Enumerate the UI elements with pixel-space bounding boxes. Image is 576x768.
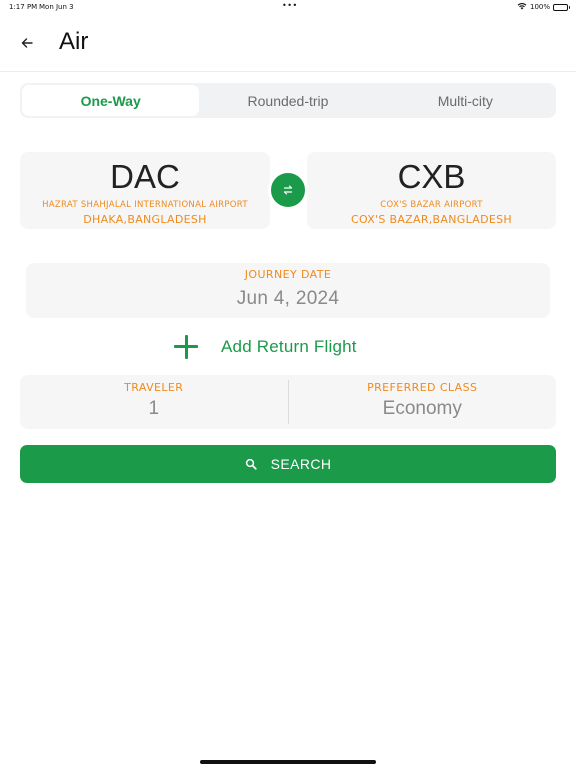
page-title: Air [59, 28, 89, 55]
add-return-flight-button[interactable]: Add Return Flight [172, 333, 357, 361]
status-indicators: 100% [517, 2, 570, 12]
search-button[interactable]: SEARCH [20, 445, 556, 483]
to-airport-card[interactable]: CXB COX'S BAZAR AIRPORT COX'S BAZAR,BANG… [307, 152, 556, 229]
header: Air [0, 14, 576, 72]
swap-airports-button[interactable] [268, 170, 308, 210]
traveler-field[interactable]: TRAVELER 1 [20, 375, 288, 429]
preferred-class-value: Economy [382, 398, 462, 419]
back-button[interactable] [16, 32, 38, 54]
journey-date-field[interactable]: JOURNEY DATE Jun 4, 2024 [26, 263, 550, 318]
search-icon [245, 458, 257, 470]
to-airport-city: COX'S BAZAR,BANGLADESH [351, 213, 512, 226]
from-airport-card[interactable]: DAC HAZRAT SHAHJALAL INTERNATIONAL AIRPO… [20, 152, 270, 229]
add-return-flight-label: Add Return Flight [221, 337, 357, 356]
journey-date-label: JOURNEY DATE [244, 268, 332, 281]
from-airport-name: HAZRAT SHAHJALAL INTERNATIONAL AIRPORT [42, 200, 248, 210]
status-time: 1:17 PM [9, 3, 38, 11]
from-airport-code: DAC [110, 158, 180, 195]
tab-multi-city[interactable]: Multi-city [377, 85, 554, 116]
status-date: Mon Jun 3 [39, 3, 74, 11]
wifi-icon [517, 2, 527, 12]
to-airport-name: COX'S BAZAR AIRPORT [380, 200, 483, 210]
swap-arrows-icon [282, 181, 294, 200]
plus-icon [172, 333, 200, 361]
tab-rounded-trip[interactable]: Rounded-trip [199, 85, 376, 116]
tab-one-way[interactable]: One-Way [22, 85, 200, 116]
trip-type-tabs: One-Way Rounded-trip Multi-city [20, 83, 556, 118]
status-bar: 1:17 PM Mon Jun 3 ••• 100% [0, 0, 576, 14]
traveler-label: TRAVELER [124, 381, 184, 394]
multitasking-dots[interactable]: ••• [282, 1, 298, 10]
search-label: SEARCH [270, 456, 332, 472]
to-airport-code: CXB [397, 158, 466, 195]
battery-icon [553, 3, 570, 11]
arrow-left-icon [21, 34, 33, 53]
journey-date-value: Jun 4, 2024 [236, 288, 340, 309]
traveler-class-card: TRAVELER 1 PREFERRED CLASS Economy [20, 375, 556, 429]
preferred-class-label: PREFERRED CLASS [367, 381, 478, 394]
from-airport-city: DHAKA,BANGLADESH [83, 213, 207, 226]
preferred-class-field[interactable]: PREFERRED CLASS Economy [289, 375, 557, 429]
home-indicator[interactable] [200, 760, 376, 764]
traveler-value: 1 [148, 398, 160, 419]
battery-percent: 100% [529, 3, 550, 11]
